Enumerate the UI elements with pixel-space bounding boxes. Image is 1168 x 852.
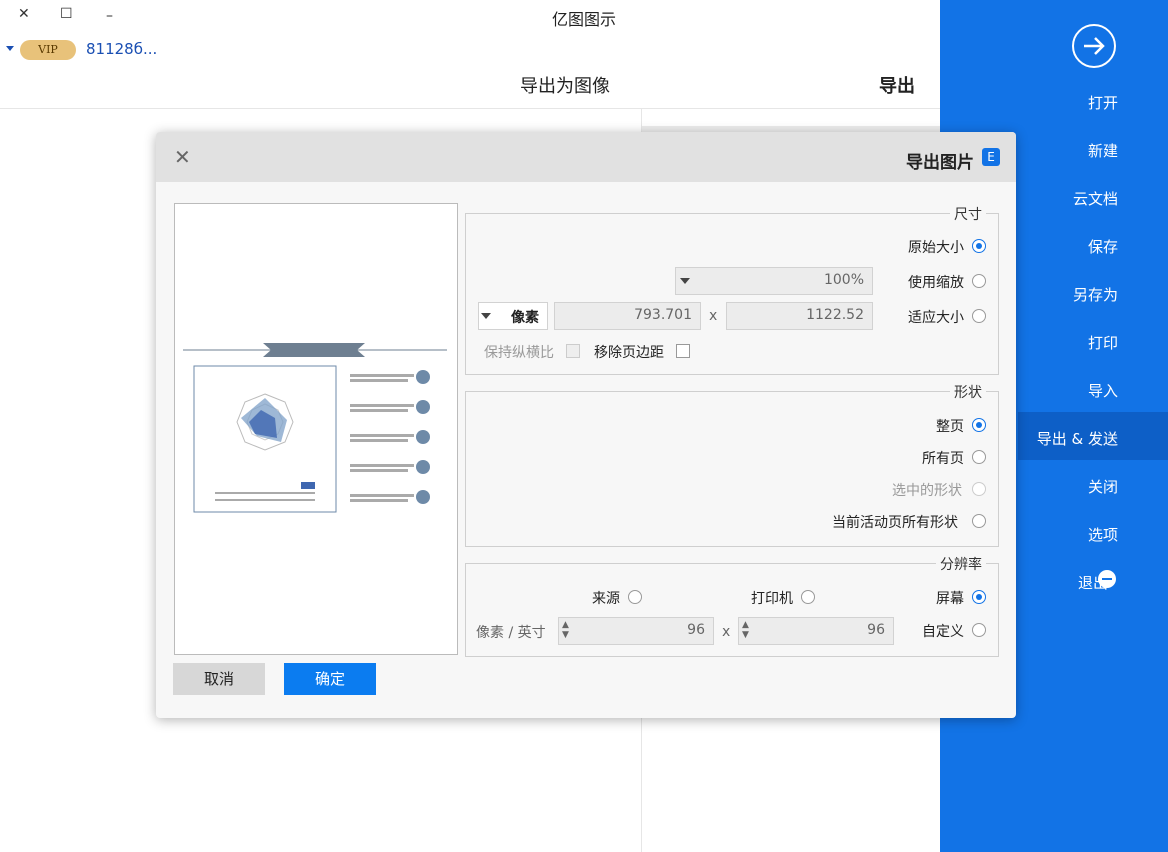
use-zoom-radio[interactable] (972, 274, 986, 288)
use-zoom-label: 使用缩放 (908, 275, 964, 291)
dialog-title: 导出图片 (906, 153, 974, 173)
original-size-radio[interactable] (972, 239, 986, 253)
printer-label: 打印机 (751, 591, 793, 607)
active-page-shapes-label: 当前活动页所有形状 (832, 515, 958, 531)
sidebar-item-save[interactable]: 保存 (1088, 236, 1118, 257)
selected-shapes-radio[interactable] (972, 482, 986, 496)
app-title: 亿图图示 (552, 10, 617, 29)
shape-legend: 形状 (950, 382, 986, 402)
sidebar-item-export[interactable]: 导出 & 发送 (1037, 428, 1118, 449)
screen-radio[interactable] (972, 590, 986, 604)
exit-icon (1098, 570, 1116, 588)
width-input[interactable]: 1122.52 (726, 302, 873, 330)
dpi-x-stepper-icon[interactable]: ▲ ▼ (742, 620, 749, 640)
original-size-label: 原始大小 (908, 240, 964, 256)
zoom-dropdown-icon[interactable] (680, 278, 690, 284)
source-radio[interactable] (628, 590, 642, 604)
section-title: 导出 (879, 76, 915, 97)
remove-margin-checkbox[interactable] (676, 344, 690, 358)
dpi-x-input[interactable]: 96 (738, 617, 894, 645)
keep-ratio-checkbox[interactable] (566, 344, 580, 358)
vip-badge[interactable]: VIP (20, 40, 76, 60)
zoom-select[interactable]: 100% (675, 267, 873, 295)
selected-shapes-label: 选中的形状 (892, 483, 962, 499)
fit-size-label: 适应大小 (908, 310, 964, 326)
sidebar-item-cloud[interactable]: 云文档 (1073, 188, 1118, 209)
minimize-window-icon[interactable]: – (106, 8, 113, 24)
sidebar-item-import[interactable]: 导入 (1088, 380, 1118, 401)
resolution-group (465, 563, 999, 657)
sidebar-item-print[interactable]: 打印 (1088, 332, 1118, 353)
panel-title: 导出为图像 (520, 76, 610, 97)
custom-label: 自定义 (922, 624, 964, 640)
whole-page-label: 整页 (936, 419, 964, 435)
back-arrow-icon[interactable] (1072, 24, 1116, 68)
height-input[interactable]: 793.701 (554, 302, 701, 330)
source-label: 来源 (592, 591, 620, 607)
remove-margin-label: 移除页边距 (594, 345, 664, 361)
all-pages-label: 所有页 (922, 451, 964, 467)
dpi-y-stepper-icon[interactable]: ▲ ▼ (562, 620, 569, 640)
close-icon[interactable]: ✕ (174, 145, 191, 169)
dpi-y-input[interactable]: 96 (558, 617, 714, 645)
fit-size-radio[interactable] (972, 309, 986, 323)
ok-button[interactable]: 确定 (284, 663, 376, 695)
size-legend: 尺寸 (950, 204, 986, 224)
printer-radio[interactable] (801, 590, 815, 604)
account-dropdown-icon[interactable] (6, 46, 14, 51)
resolution-legend: 分辨率 (936, 554, 986, 574)
dpi-unit-label: 像素 / 英寸 (476, 625, 546, 641)
keep-ratio-label: 保持纵横比 (484, 345, 554, 361)
active-page-shapes-radio[interactable] (972, 514, 986, 528)
sidebar-item-open[interactable]: 打开 (1088, 92, 1118, 113)
close-window-icon[interactable]: ✕ (18, 6, 30, 22)
all-pages-radio[interactable] (972, 450, 986, 464)
whole-page-radio[interactable] (972, 418, 986, 432)
sidebar-item-close[interactable]: 关闭 (1088, 476, 1118, 497)
custom-radio[interactable] (972, 623, 986, 637)
screen-label: 屏幕 (936, 591, 964, 607)
unit-dropdown-icon[interactable] (481, 313, 491, 319)
user-id[interactable]: 81128б... (86, 40, 157, 58)
size-x-separator: x (709, 308, 718, 324)
dialog-header (156, 132, 1016, 182)
export-preview (174, 203, 458, 655)
maximize-window-icon[interactable]: ☐ (60, 6, 73, 22)
cancel-button[interactable]: 取消 (173, 663, 265, 695)
sidebar-item-options[interactable]: 选项 (1088, 524, 1118, 545)
export-image-dialog: ✕ 导出图片 E 尺寸 原始大小 使用缩放 100% 适应大小 1122.52 … (156, 132, 1016, 718)
sidebar-item-save-as[interactable]: 另存为 (1073, 284, 1118, 305)
sidebar-item-new[interactable]: 新建 (1088, 140, 1118, 161)
app-logo-icon: E (982, 148, 1000, 166)
dpi-x-separator: x (722, 624, 731, 640)
